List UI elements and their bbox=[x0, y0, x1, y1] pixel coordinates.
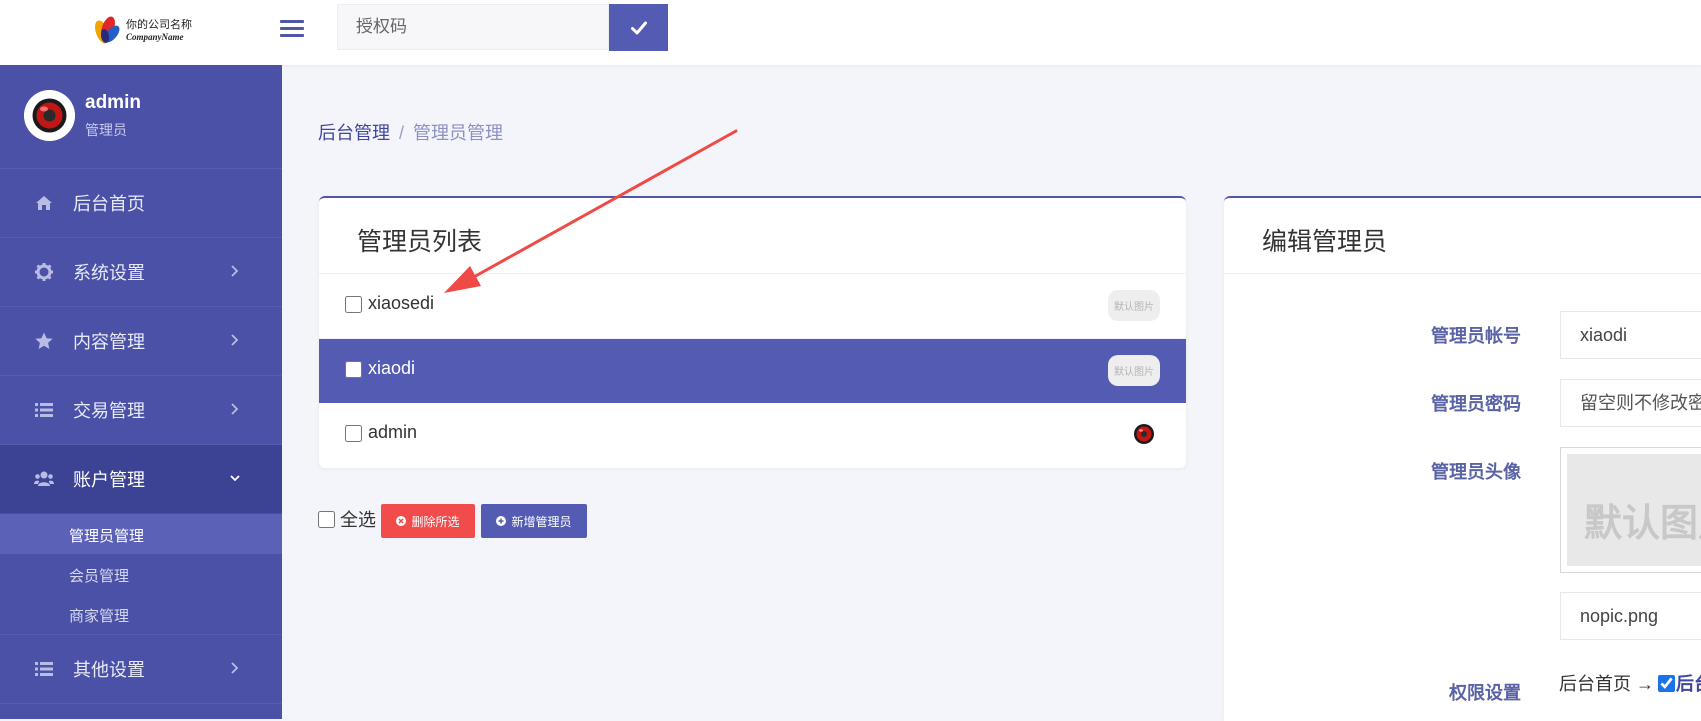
account-field[interactable] bbox=[1560, 311, 1701, 359]
breadcrumb-separator: / bbox=[399, 123, 405, 143]
admin-name: xiaodi bbox=[368, 358, 416, 378]
avatar-image-icon bbox=[24, 90, 75, 141]
sidebar-item-label: 交易管理 bbox=[73, 401, 145, 421]
logo-mark-icon bbox=[95, 16, 120, 44]
sidebar-item-label: 内容管理 bbox=[73, 332, 145, 352]
avatar-label: 管理员头像 bbox=[1431, 462, 1521, 482]
menu-toggle-icon[interactable] bbox=[280, 17, 304, 41]
avatar-filename-field[interactable] bbox=[1560, 592, 1701, 640]
sidebar-item-label: 后台首页 bbox=[73, 194, 145, 214]
admin-name: xiaosedi bbox=[368, 293, 435, 313]
breadcrumb-current: 管理员管理 bbox=[413, 123, 504, 143]
add-admin-button[interactable]: 新增管理员 bbox=[481, 504, 587, 538]
avatar[interactable] bbox=[24, 90, 75, 141]
breadcrumb-root-link[interactable]: 后台管理 bbox=[318, 123, 390, 143]
avatar-preview[interactable]: 默认图片 bbox=[1560, 447, 1701, 573]
sidebar-item-dashboard[interactable]: 后台首页 bbox=[0, 169, 282, 238]
sidebar-item-content[interactable]: 内容管理 bbox=[0, 307, 282, 376]
close-circle-icon bbox=[396, 516, 407, 526]
delete-selected-button[interactable]: 删除所选 bbox=[381, 504, 475, 538]
card-title: 编辑管理员 bbox=[1262, 228, 1388, 256]
select-all-checkbox[interactable] bbox=[318, 510, 335, 528]
table-row[interactable]: xiaosedi 默认图片 bbox=[319, 274, 1186, 339]
logo-company-subtitle: CompanyName bbox=[126, 32, 184, 42]
home-icon bbox=[36, 196, 52, 210]
admin-avatar-icon bbox=[1134, 424, 1154, 444]
gear-icon bbox=[35, 263, 53, 281]
delete-selected-label: 删除所选 bbox=[411, 514, 460, 529]
user-name: admin bbox=[85, 92, 141, 113]
sidebar-item-accounts[interactable]: 账户管理 bbox=[0, 445, 282, 514]
sidebar-item-transactions[interactable]: 交易管理 bbox=[0, 376, 282, 445]
permission-tree: 后台首页 → 后台 bbox=[1559, 670, 1701, 696]
top-bar: 你的公司名称 CompanyName bbox=[0, 0, 1701, 65]
select-all[interactable]: 全选 bbox=[318, 506, 376, 532]
admin-list-card: 管理员列表 xiaosedi 默认图片 xiaodi 默认图片 admin bbox=[319, 196, 1186, 468]
users-icon bbox=[34, 471, 54, 486]
breadcrumb: 后台管理 / 管理员管理 bbox=[318, 119, 503, 145]
sidebar-menu: 后台首页 系统设置 内容管理 交易管理 账户管理 管理员管理 会员管理 商家管理… bbox=[0, 169, 282, 704]
submenu-item-members[interactable]: 会员管理 bbox=[0, 554, 282, 594]
default-thumbnail: 默认图片 bbox=[1108, 355, 1160, 386]
auth-code-input[interactable] bbox=[337, 4, 609, 50]
chevron-right-icon bbox=[231, 334, 239, 346]
chevron-down-icon bbox=[230, 475, 240, 482]
card-title: 管理员列表 bbox=[357, 228, 483, 256]
submenu-item-admins[interactable]: 管理员管理 bbox=[0, 514, 282, 554]
sidebar-item-label: 系统设置 bbox=[73, 263, 145, 283]
permission-path: 后台首页 → bbox=[1559, 674, 1655, 694]
accounts-submenu: 管理员管理 会员管理 商家管理 bbox=[0, 514, 282, 634]
sidebar-item-system-settings[interactable]: 系统设置 bbox=[0, 238, 282, 307]
admin-name: admin bbox=[368, 422, 418, 442]
user-profile: admin 管理员 bbox=[0, 65, 282, 169]
submenu-item-label: 管理员管理 bbox=[69, 528, 145, 545]
row-checkbox[interactable] bbox=[345, 361, 362, 378]
chevron-right-icon bbox=[231, 265, 239, 277]
chevron-right-icon bbox=[231, 403, 239, 415]
list-icon bbox=[35, 662, 53, 676]
table-row[interactable]: xiaodi 默认图片 bbox=[319, 339, 1186, 403]
company-logo[interactable]: 你的公司名称 CompanyName bbox=[92, 12, 202, 50]
submenu-item-label: 会员管理 bbox=[69, 568, 130, 585]
password-field[interactable] bbox=[1560, 379, 1701, 427]
permission-checkbox[interactable] bbox=[1658, 674, 1676, 692]
chevron-right-icon bbox=[231, 662, 239, 674]
row-checkbox[interactable] bbox=[345, 425, 362, 442]
avatar-preview-text: 默认图片 bbox=[1584, 503, 1701, 545]
list-icon bbox=[35, 403, 53, 417]
sidebar-item-other-settings[interactable]: 其他设置 bbox=[0, 634, 282, 704]
sidebar: admin 管理员 后台首页 系统设置 内容管理 交易管理 账户管理 管理员管理… bbox=[0, 65, 282, 719]
user-role: 管理员 bbox=[85, 122, 127, 138]
select-all-label: 全选 bbox=[340, 510, 376, 530]
default-thumbnail: 默认图片 bbox=[1108, 290, 1160, 321]
table-row[interactable]: admin bbox=[319, 403, 1186, 467]
star-icon bbox=[35, 332, 53, 349]
submenu-item-label: 商家管理 bbox=[69, 608, 130, 625]
submenu-item-merchants[interactable]: 商家管理 bbox=[0, 594, 282, 634]
permission-item-label: 后台 bbox=[1676, 674, 1701, 694]
add-admin-label: 新增管理员 bbox=[511, 514, 572, 529]
password-label: 管理员密码 bbox=[1431, 394, 1521, 414]
logo-company-name: 你的公司名称 bbox=[126, 19, 192, 31]
sidebar-item-label: 其他设置 bbox=[73, 660, 145, 680]
check-icon bbox=[630, 21, 647, 34]
plus-circle-icon bbox=[496, 516, 507, 526]
row-checkbox[interactable] bbox=[345, 296, 362, 313]
account-label: 管理员帐号 bbox=[1431, 326, 1521, 346]
auth-submit-button[interactable] bbox=[609, 4, 668, 51]
sidebar-item-label: 账户管理 bbox=[73, 470, 145, 490]
permissions-label: 权限设置 bbox=[1449, 683, 1521, 703]
